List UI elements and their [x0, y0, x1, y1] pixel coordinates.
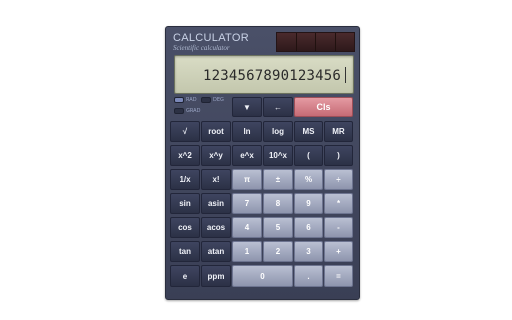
acos-button[interactable]: acos	[201, 217, 231, 238]
left-paren-button[interactable]: (	[294, 145, 323, 166]
digit-7-button[interactable]: 7	[232, 193, 262, 214]
mode-grad[interactable]: GRAD	[174, 108, 200, 114]
solar-cell	[296, 33, 316, 51]
decimal-button[interactable]: .	[294, 265, 323, 287]
power-button[interactable]: x^y	[201, 145, 231, 166]
brand: CALCULATOR Scientific calculator	[173, 32, 249, 52]
digit-8-button[interactable]: 8	[263, 193, 293, 214]
display-cursor	[345, 67, 346, 83]
ten-power-button[interactable]: 10^x	[263, 145, 293, 166]
solar-panel	[276, 32, 355, 52]
sin-button[interactable]: sin	[170, 193, 200, 214]
cos-button[interactable]: cos	[170, 217, 200, 238]
app-title: CALCULATOR	[173, 32, 249, 44]
tan-button[interactable]: tan	[170, 241, 200, 262]
solar-cell	[335, 33, 354, 51]
subtract-button[interactable]: -	[324, 217, 353, 238]
percent-button[interactable]: %	[294, 169, 323, 190]
digit-4-button[interactable]: 4	[232, 217, 262, 238]
multiply-button[interactable]: *	[324, 193, 353, 214]
memory-recall-button[interactable]: MR	[324, 121, 353, 142]
angle-mode-group: RAD DEG GRAD	[174, 97, 234, 119]
mode-deg[interactable]: DEG	[201, 97, 224, 103]
digit-3-button[interactable]: 3	[294, 241, 323, 262]
digit-6-button[interactable]: 6	[294, 217, 323, 238]
root-button[interactable]: root	[201, 121, 231, 142]
euler-button[interactable]: e	[170, 265, 200, 287]
sqrt-button[interactable]: √	[170, 121, 200, 142]
led-indicator	[174, 97, 184, 103]
ln-button[interactable]: ln	[232, 121, 262, 142]
digit-2-button[interactable]: 2	[263, 241, 293, 262]
sign-toggle-button[interactable]: ±	[263, 169, 293, 190]
mode-label: GRAD	[186, 108, 201, 114]
calculator-widget: CALCULATOR Scientific calculator 1234567…	[165, 26, 360, 300]
digit-1-button[interactable]: 1	[232, 241, 262, 262]
display-value: 1234567890123456	[202, 68, 341, 84]
equals-button[interactable]: =	[324, 265, 353, 287]
down-arrow-button[interactable]: ▼	[232, 97, 262, 117]
backspace-button[interactable]: ←	[263, 97, 293, 117]
display-screen: 1234567890123456	[174, 55, 354, 94]
memory-store-button[interactable]: MS	[294, 121, 323, 142]
led-indicator	[201, 97, 211, 103]
exp-button[interactable]: e^x	[232, 145, 262, 166]
digit-0-button[interactable]: 0	[232, 265, 293, 287]
app-subtitle: Scientific calculator	[173, 44, 230, 52]
add-button[interactable]: +	[324, 241, 353, 262]
clear-button[interactable]: Cls	[294, 97, 353, 117]
led-indicator	[174, 108, 184, 114]
atan-button[interactable]: atan	[201, 241, 231, 262]
solar-cell	[316, 33, 336, 51]
square-button[interactable]: x^2	[170, 145, 200, 166]
asin-button[interactable]: asin	[201, 193, 231, 214]
reciprocal-button[interactable]: 1/x	[170, 169, 200, 190]
solar-cell	[277, 33, 297, 51]
ppm-button[interactable]: ppm	[201, 265, 231, 287]
log-button[interactable]: log	[263, 121, 293, 142]
digit-9-button[interactable]: 9	[294, 193, 323, 214]
right-paren-button[interactable]: )	[324, 145, 353, 166]
divide-button[interactable]: ÷	[324, 169, 353, 190]
digit-5-button[interactable]: 5	[263, 217, 293, 238]
mode-rad[interactable]: RAD	[174, 97, 197, 103]
pi-button[interactable]: π	[232, 169, 262, 190]
mode-label: RAD	[186, 97, 197, 103]
mode-label: DEG	[213, 97, 224, 103]
factorial-button[interactable]: x!	[201, 169, 231, 190]
